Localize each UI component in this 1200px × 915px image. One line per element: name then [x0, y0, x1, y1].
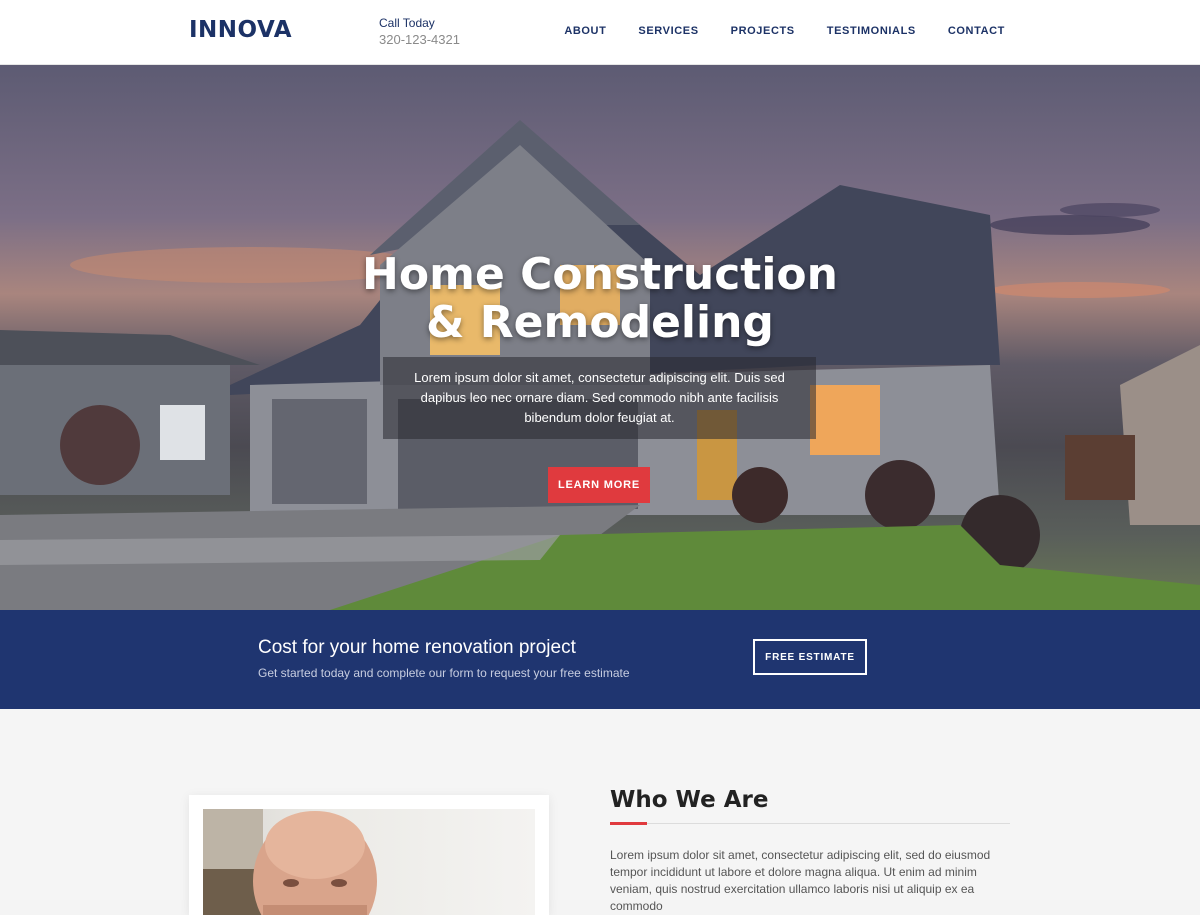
- call-today: Call Today 320-123-4321: [379, 16, 460, 48]
- phone-number[interactable]: 320-123-4321: [379, 32, 460, 48]
- hero-description: Lorem ipsum dolor sit amet, consectetur …: [414, 370, 785, 425]
- photo-card: [189, 795, 549, 915]
- hero-title-line2: & Remodeling: [426, 297, 774, 348]
- nav-item-projects[interactable]: PROJECTS: [731, 25, 795, 37]
- main-nav: ABOUT SERVICES PROJECTS TESTIMONIALS CON…: [564, 25, 1005, 37]
- call-label: Call Today: [379, 16, 435, 30]
- person-photo: [203, 809, 535, 915]
- who-we-are-section: Who We Are Lorem ipsum dolor sit amet, c…: [0, 709, 1200, 915]
- nav-item-testimonials[interactable]: TESTIMONIALS: [827, 25, 916, 37]
- site-header: INNOVA Call Today 320-123-4321 ABOUT SER…: [0, 0, 1200, 65]
- nav-item-contact[interactable]: CONTACT: [948, 25, 1005, 37]
- about-title: Who We Are: [610, 787, 769, 813]
- title-divider: [610, 823, 1010, 824]
- about-text: Lorem ipsum dolor sit amet, consectetur …: [610, 848, 991, 913]
- cta-title: Cost for your home renovation project: [258, 637, 576, 658]
- site-logo[interactable]: INNOVA: [189, 17, 292, 43]
- hero-title-line1: Home Construction: [362, 249, 838, 300]
- nav-item-services[interactable]: SERVICES: [638, 25, 698, 37]
- free-estimate-button[interactable]: FREE ESTIMATE: [753, 639, 867, 675]
- hero-title: Home Construction & Remodeling: [0, 251, 1200, 347]
- title-accent-bar: [610, 822, 647, 825]
- estimate-cta-band: Cost for your home renovation project Ge…: [0, 610, 1200, 709]
- nav-item-about[interactable]: ABOUT: [564, 25, 606, 37]
- learn-more-button[interactable]: LEARN MORE: [548, 467, 650, 503]
- smiling-man-image: [203, 809, 377, 915]
- hero-section: Home Construction & Remodeling Lorem ips…: [0, 65, 1200, 610]
- cta-subtitle: Get started today and complete our form …: [258, 666, 630, 680]
